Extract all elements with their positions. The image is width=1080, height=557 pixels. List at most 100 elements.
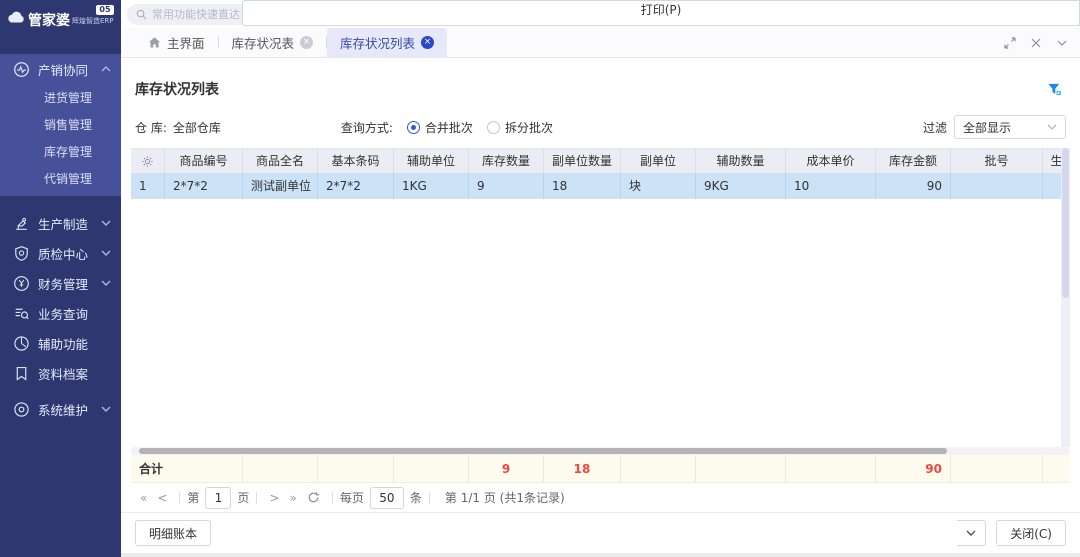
column-header[interactable]: 商品编号 — [165, 148, 243, 173]
sidebar-item-manufacturing[interactable]: 生产制造 — [0, 208, 121, 238]
radio-merge-batches[interactable]: 合并批次 — [407, 119, 473, 136]
chevron-up-icon — [101, 66, 111, 72]
print-dropdown-button[interactable] — [957, 520, 986, 546]
cell-product-name: 测试副单位 — [243, 173, 318, 199]
horizontal-scrollbar-thumb[interactable] — [139, 448, 947, 454]
column-header[interactable]: 辅助单位 — [394, 148, 469, 173]
column-header[interactable]: 商品全名 — [243, 148, 318, 173]
gear-icon — [141, 155, 154, 168]
brand-badge: 05 — [96, 5, 113, 15]
tab-inventory-status[interactable]: 库存状况表 × — [219, 28, 327, 57]
tab-inventory-status-list[interactable]: 库存状况列表 × — [327, 28, 447, 57]
collapse-chevron-icon[interactable] — [1056, 37, 1068, 49]
print-button[interactable]: 打印(P) — [242, 0, 1080, 26]
sidebar-subitem-inventory[interactable]: 库存管理 — [0, 138, 121, 165]
summary-sub-unit-qty: 18 — [544, 455, 621, 483]
sidebar-item-system[interactable]: 系统维护 — [0, 394, 121, 424]
pulse-circle-icon — [13, 61, 30, 78]
sidebar-item-label: 资料档案 — [38, 364, 111, 383]
filter-selected-value: 全部显示 — [963, 119, 1011, 136]
detail-ledger-button[interactable]: 明细账本 — [135, 520, 211, 546]
per-page-input[interactable] — [370, 487, 404, 509]
summary-label: 合计 — [131, 455, 243, 483]
table-row-selected[interactable]: 1 2*7*2 测试副单位 2*7*2 1KG 9 18 块 9KG 10 90 — [131, 173, 1070, 199]
sidebar-subitem-sales[interactable]: 销售管理 — [0, 111, 121, 138]
sidebar-item-quality[interactable]: 质检中心 — [0, 238, 121, 268]
sidebar-item-label: 业务查询 — [38, 304, 111, 323]
radio-label: 合并批次 — [425, 119, 473, 136]
erp-window: 管家婆 05 辉煌智造ERP 产销协同 进货管理 — [0, 0, 1080, 557]
sidebar-item-business-query[interactable]: 业务查询 — [0, 298, 121, 328]
per-page-suffix: 条 — [410, 489, 422, 506]
sidebar-item-finance[interactable]: 财务管理 — [0, 268, 121, 298]
column-header[interactable]: 辅助数量 — [696, 148, 786, 173]
pagination: « < 第 页 > » 每页 条 第 1/1 页 (共1条记录) — [121, 483, 1080, 513]
sidebar-item-auxiliary[interactable]: 辅助功能 — [0, 328, 121, 358]
filter-row: 仓 库: 全部仓库 查询方式: 合并批次 拆分批次 过滤 — [121, 112, 1080, 142]
cell-sub-unit-qty: 18 — [544, 173, 621, 199]
chevron-down-icon — [101, 220, 111, 226]
column-header[interactable]: 副单位数量 — [544, 148, 621, 173]
last-page-button[interactable]: » — [285, 491, 302, 505]
column-header[interactable]: 批号 — [951, 148, 1043, 173]
first-page-button[interactable]: « — [135, 491, 152, 505]
column-header[interactable]: 成本单价 — [786, 148, 876, 173]
filter-funnel-icon[interactable] — [1047, 82, 1062, 97]
warehouse-value[interactable]: 全部仓库 — [173, 119, 221, 136]
radio-split-batches[interactable]: 拆分批次 — [487, 119, 553, 136]
sidebar-item-archives[interactable]: 资料档案 — [0, 358, 121, 388]
table-empty-area — [131, 199, 1070, 447]
tabbar: 主界面 库存状况表 × 库存状况列表 × — [121, 28, 1080, 58]
radio-unselected-icon — [487, 121, 500, 134]
vertical-scrollbar[interactable] — [1061, 148, 1070, 447]
sidebar-item-label: 系统维护 — [38, 400, 101, 419]
cell-barcode: 2*7*2 — [318, 173, 394, 199]
summary-stock-qty: 9 — [469, 455, 544, 483]
warehouse-label: 仓 库: — [135, 119, 167, 136]
tab-close-icon[interactable]: × — [421, 36, 434, 49]
column-header[interactable]: 基本条码 — [318, 148, 394, 173]
query-mode-label: 查询方式: — [341, 119, 393, 136]
summary-row: 合计 9 18 90 — [131, 455, 1070, 483]
target-icon — [13, 401, 30, 418]
column-settings-cell[interactable] — [131, 148, 165, 173]
horizontal-scrollbar[interactable] — [131, 447, 1070, 455]
brand-name: 管家婆 — [28, 10, 70, 30]
maximize-icon[interactable] — [1004, 37, 1016, 49]
column-header[interactable]: 副单位 — [621, 148, 696, 173]
sidebar-item-label: 生产制造 — [38, 214, 101, 233]
filter-select[interactable]: 全部显示 — [954, 115, 1066, 139]
chevron-down-icon — [101, 250, 111, 256]
refresh-icon[interactable] — [307, 491, 320, 504]
inventory-table: 商品编号 商品全名 基本条码 辅助单位 库存数量 副单位数量 副单位 辅助数量 … — [131, 148, 1070, 447]
sidebar-item-label: 产销协同 — [38, 60, 101, 79]
cell-stock-qty: 9 — [469, 173, 544, 199]
coin-icon — [13, 275, 30, 292]
next-page-button[interactable]: > — [264, 491, 284, 505]
search-icon — [136, 9, 147, 20]
column-header[interactable]: 库存金额 — [876, 148, 951, 173]
table-header-row: 商品编号 商品全名 基本条码 辅助单位 库存数量 副单位数量 副单位 辅助数量 … — [131, 148, 1070, 173]
prev-page-button[interactable]: < — [152, 491, 172, 505]
tab-label: 库存状况表 — [232, 33, 295, 52]
tab-home[interactable]: 主界面 — [135, 28, 218, 57]
sidebar-item-label: 财务管理 — [38, 274, 101, 293]
column-header[interactable]: 库存数量 — [469, 148, 544, 173]
list-search-icon — [13, 305, 30, 322]
radio-selected-icon — [407, 121, 420, 134]
sidebar-group-open: 产销协同 进货管理 销售管理 库存管理 代销管理 — [0, 54, 121, 196]
robot-arm-icon — [13, 215, 30, 232]
sidebar-item-production-sales[interactable]: 产销协同 — [0, 54, 121, 84]
sidebar-subitem-purchase[interactable]: 进货管理 — [0, 84, 121, 111]
bookmark-icon — [13, 365, 30, 382]
cell-batch-no — [951, 173, 1043, 199]
footer-toolbar: 明细账本 打印(P) 关闭(C) — [121, 513, 1080, 553]
tab-close-icon[interactable]: × — [300, 36, 313, 49]
page-prefix: 第 — [187, 489, 199, 506]
sidebar-subitem-consignment[interactable]: 代销管理 — [0, 165, 121, 192]
page-number-input[interactable] — [205, 487, 231, 509]
vertical-scrollbar-thumb[interactable] — [1062, 148, 1069, 298]
cell-aux-unit: 1KG — [394, 173, 469, 199]
close-tab-icon[interactable] — [1030, 37, 1042, 49]
close-button[interactable]: 关闭(C) — [996, 520, 1066, 546]
